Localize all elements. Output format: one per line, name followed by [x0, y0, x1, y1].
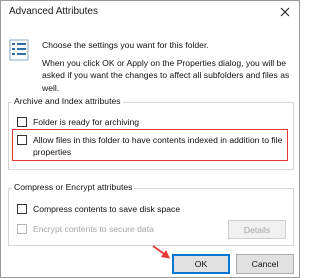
- compress-checkbox[interactable]: [17, 204, 27, 214]
- allow-indexing-label: Allow files in this folder to have conte…: [33, 135, 283, 157]
- intro-line-2: When you click OK or Apply on the Proper…: [42, 57, 290, 93]
- close-icon: [280, 7, 290, 17]
- title-bar: Advanced Attributes: [1, 1, 299, 25]
- encrypt-label: Encrypt contents to secure data: [33, 224, 154, 234]
- compress-group-label: Compress or Encrypt attributes: [12, 182, 135, 192]
- folder-archiving-label: Folder is ready for archiving: [33, 117, 140, 127]
- intro-line-1: Choose the settings you want for this fo…: [42, 40, 209, 50]
- encrypt-option[interactable]: Encrypt contents to secure data: [17, 223, 217, 235]
- details-button[interactable]: Details: [228, 220, 286, 239]
- cancel-button[interactable]: Cancel: [236, 254, 294, 274]
- advanced-attributes-dialog: Advanced Attributes Choose the settings …: [0, 0, 300, 278]
- compress-option[interactable]: Compress contents to save disk space: [17, 203, 257, 215]
- ok-button[interactable]: OK: [172, 254, 230, 274]
- folder-archiving-option[interactable]: Folder is ready for archiving: [17, 116, 287, 128]
- encrypt-checkbox[interactable]: [17, 224, 27, 234]
- allow-indexing-option[interactable]: Allow files in this folder to have conte…: [17, 134, 285, 158]
- allow-indexing-checkbox[interactable]: [17, 135, 27, 145]
- compress-label: Compress contents to save disk space: [33, 204, 181, 214]
- intro-text: Choose the settings you want for this fo…: [42, 39, 290, 99]
- folder-archiving-checkbox[interactable]: [17, 117, 27, 127]
- archive-group-label: Archive and Index attributes: [12, 96, 123, 106]
- close-button[interactable]: [277, 4, 293, 20]
- settings-list-icon: [9, 39, 29, 61]
- window-title: Advanced Attributes: [9, 6, 98, 17]
